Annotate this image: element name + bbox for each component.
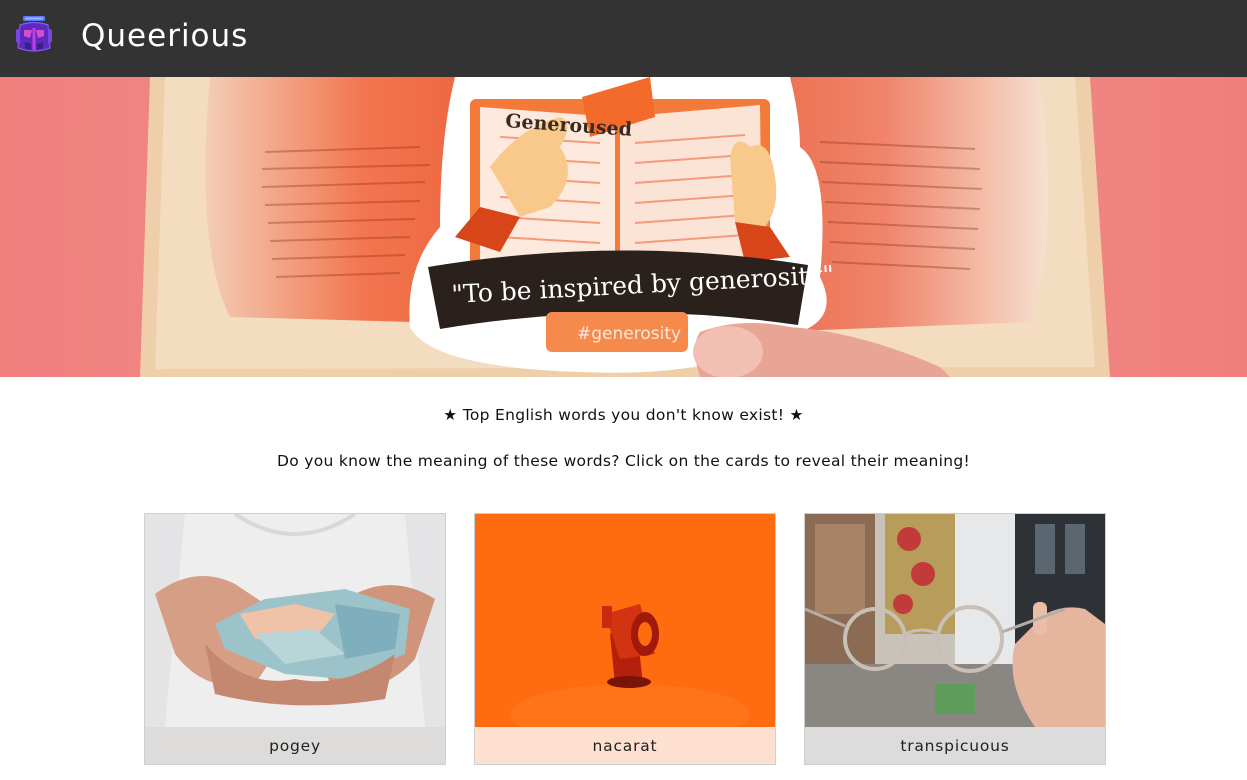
- word-card-transpicuous[interactable]: transpicuous: [804, 513, 1106, 765]
- sticker-tag: #generosity: [577, 324, 681, 344]
- card-word: pogey: [145, 727, 445, 764]
- megaphone-image: [475, 514, 775, 727]
- card-word: transpicuous: [805, 727, 1105, 764]
- page-heading: ★ Top English words you don't know exist…: [443, 406, 804, 424]
- brand-title[interactable]: Queerious: [81, 18, 248, 54]
- hero-image: Generoused "To be inspired by generosity…: [0, 77, 1247, 377]
- page-subheading: Do you know the meaning of these words? …: [276, 452, 971, 470]
- navbar: Queerious: [0, 0, 1247, 77]
- hero-banner: Generoused "To be inspired by generosity…: [0, 77, 1247, 377]
- robot-icon[interactable]: [13, 14, 55, 56]
- eyeglasses-image: [805, 514, 1105, 727]
- card-word: nacarat: [475, 727, 775, 764]
- word-card-nacarat[interactable]: nacarat: [474, 513, 776, 765]
- money-hands-image: [145, 514, 445, 727]
- word-card-pogey[interactable]: pogey: [144, 513, 446, 765]
